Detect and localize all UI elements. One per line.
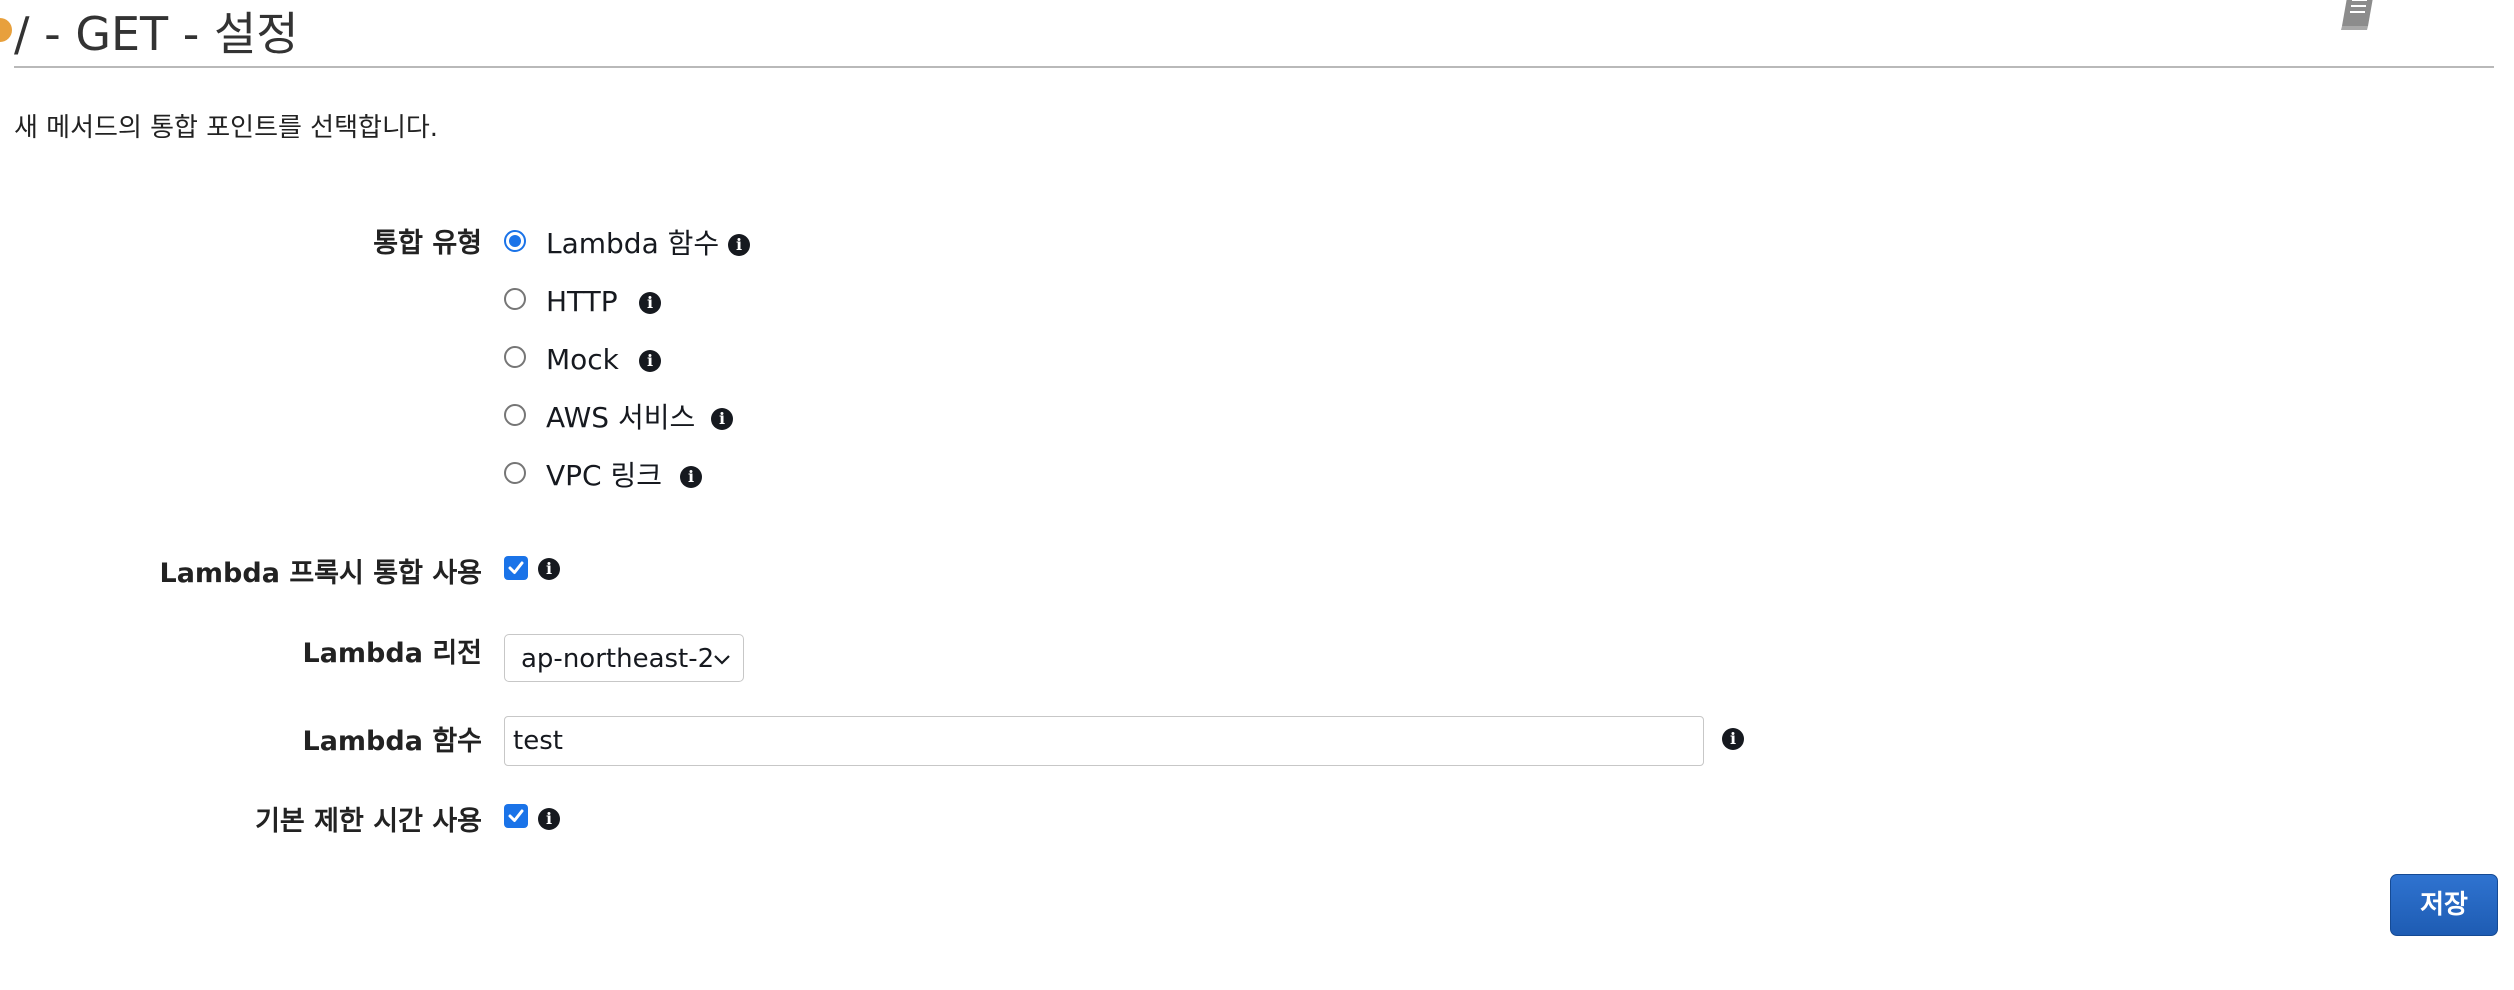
integration-type-label: 통합 유형 — [373, 228, 482, 259]
info-icon[interactable]: i — [1722, 728, 1744, 750]
radio-label-lambda-function[interactable]: Lambda 함수 — [546, 226, 719, 262]
page-title: / - GET - 설정 — [14, 7, 299, 61]
page-description: 새 메서드의 통합 포인트를 선택합니다. — [14, 113, 439, 143]
save-button[interactable]: 저장 — [2390, 874, 2498, 936]
radio-mock[interactable] — [504, 346, 526, 368]
info-icon[interactable]: i — [639, 292, 661, 314]
info-icon[interactable]: i — [538, 808, 560, 830]
info-icon[interactable]: i — [728, 234, 750, 256]
title-marker-dot — [0, 18, 12, 42]
info-icon[interactable]: i — [639, 350, 661, 372]
region-select-value: ap-northeast-2 — [521, 644, 715, 674]
info-icon[interactable]: i — [680, 466, 702, 488]
radio-label-aws-service[interactable]: AWS 서비스 — [546, 400, 695, 436]
radio-label-mock[interactable]: Mock — [546, 342, 619, 378]
region-select[interactable]: ap-northeast-2 — [504, 634, 744, 682]
title-divider — [14, 66, 2494, 68]
timeout-label: 기본 제한 시간 사용 — [255, 806, 482, 837]
chevron-down-icon — [714, 655, 730, 665]
proxy-integration-label: Lambda 프록시 통합 사용 — [159, 558, 482, 589]
radio-label-vpc-link[interactable]: VPC 링크 — [546, 458, 662, 494]
book-icon[interactable] — [2334, 0, 2382, 38]
radio-aws-service[interactable] — [504, 404, 526, 426]
default-timeout-checkbox[interactable] — [504, 804, 528, 828]
radio-lambda-function[interactable] — [504, 230, 526, 252]
info-icon[interactable]: i — [711, 408, 733, 430]
function-input[interactable] — [504, 716, 1704, 766]
region-label: Lambda 리전 — [302, 638, 482, 669]
radio-label-http[interactable]: HTTP — [546, 284, 618, 320]
radio-http[interactable] — [504, 288, 526, 310]
function-label: Lambda 함수 — [302, 726, 482, 757]
radio-vpc-link[interactable] — [504, 462, 526, 484]
proxy-integration-checkbox[interactable] — [504, 556, 528, 580]
info-icon[interactable]: i — [538, 558, 560, 580]
